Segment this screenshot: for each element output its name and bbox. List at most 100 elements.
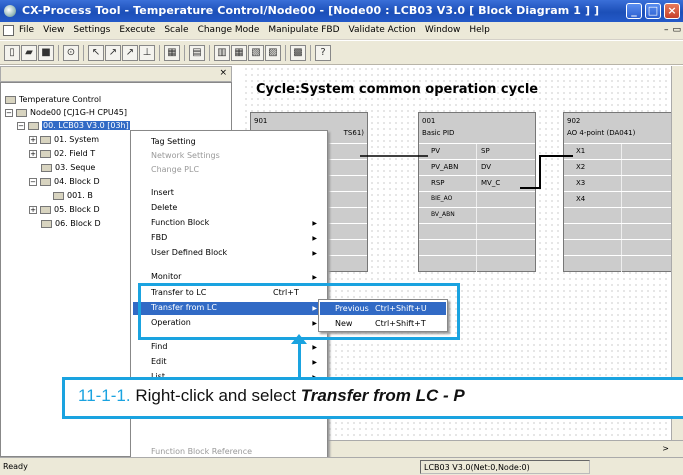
- menu-item-delete[interactable]: Delete: [151, 203, 177, 212]
- layout3-icon[interactable]: ▧: [248, 45, 264, 61]
- tree-item[interactable]: Temperature Control: [5, 95, 101, 104]
- menu-change-mode[interactable]: Change Mode: [198, 25, 260, 35]
- tree-item[interactable]: + 01. System: [29, 135, 99, 144]
- menu-settings[interactable]: Settings: [73, 25, 110, 35]
- menu-execute[interactable]: Execute: [119, 25, 155, 35]
- menu-validate-action[interactable]: Validate Action: [349, 25, 416, 35]
- close-pane-icon[interactable]: ×: [219, 68, 227, 78]
- highlight-frame: [138, 283, 460, 340]
- input-port[interactable]: PV_ABN: [431, 163, 458, 171]
- save-icon[interactable]: ■: [38, 45, 54, 61]
- tree-item-label: 03. Seque: [55, 163, 96, 172]
- menu-manipulate-fbd[interactable]: Manipulate FBD: [268, 25, 339, 35]
- tree-pane-header: ×: [0, 66, 232, 82]
- tree-item[interactable]: − Node00 [CJ1G-H CPU45]: [5, 108, 127, 117]
- layout2-icon[interactable]: ▦: [231, 45, 247, 61]
- menu-item-function-block[interactable]: Function Block: [151, 218, 209, 227]
- open-folder-icon[interactable]: ▰: [21, 45, 37, 61]
- collapse-icon[interactable]: −: [29, 177, 37, 186]
- input-port[interactable]: X4: [576, 195, 585, 203]
- minimize-button[interactable]: _: [626, 3, 642, 19]
- tree-item-label: Node00 [CJ1G-H CPU45]: [30, 108, 127, 117]
- maximize-button[interactable]: □: [645, 3, 661, 19]
- menu-item-function-block-reference: Function Block Reference: [151, 447, 253, 456]
- tree-item[interactable]: 03. Seque: [41, 163, 95, 172]
- input-port[interactable]: RSP: [431, 179, 445, 187]
- new-file-icon[interactable]: ▯: [4, 45, 20, 61]
- close-button[interactable]: ×: [664, 3, 680, 19]
- expand-icon[interactable]: +: [29, 205, 37, 214]
- block-icon[interactable]: ⊥: [139, 45, 155, 61]
- menu-item-fbd[interactable]: FBD: [151, 233, 167, 242]
- output-port[interactable]: MV_C: [481, 179, 500, 187]
- tree-item[interactable]: + 02. Field T: [29, 149, 95, 158]
- menu-separator: [135, 265, 323, 266]
- menu-item-edit[interactable]: Edit: [151, 357, 167, 366]
- connect2-icon[interactable]: ↗: [122, 45, 138, 61]
- block-id: 901: [254, 117, 268, 125]
- menu-window[interactable]: Window: [425, 25, 461, 35]
- stop-icon[interactable]: ▤: [189, 45, 205, 61]
- menu-items: File View Settings Execute Scale Change …: [19, 25, 490, 35]
- mdi-minimize-icon[interactable]: –: [664, 25, 669, 35]
- tree-item-label: 04. Block D: [54, 177, 100, 186]
- layout1-icon[interactable]: ▥: [214, 45, 230, 61]
- tree-item[interactable]: 001. B: [53, 191, 93, 200]
- tree-item[interactable]: − 04. Block D: [29, 177, 100, 186]
- pointer-icon[interactable]: ↖: [88, 45, 104, 61]
- menu-scale[interactable]: Scale: [164, 25, 188, 35]
- menu-item-user-defined-block[interactable]: User Defined Block: [151, 248, 227, 257]
- diagram-title: Cycle:System common operation cycle: [256, 82, 539, 97]
- menu-help[interactable]: Help: [469, 25, 490, 35]
- tree-item[interactable]: + 05. Block D: [29, 205, 100, 214]
- folder-icon: [40, 149, 51, 158]
- function-block-001[interactable]: 001 Basic PID PV SP PV_ABN DV RSP MV_C BIE_…: [418, 112, 536, 272]
- layout4-icon[interactable]: ▨: [265, 45, 281, 61]
- function-block-902[interactable]: 902 AO 4-point (DA041) X1 X2 X3 X4: [563, 112, 681, 272]
- grid-icon[interactable]: ▩: [290, 45, 306, 61]
- menu-item-monitor[interactable]: Monitor: [151, 272, 181, 281]
- toolbar: ▯ ▰ ■ ⊙ ↖ ↗ ↗ ⊥ ▦ ▤ ▥ ▦ ▧ ▨ ▩ ?: [0, 41, 683, 65]
- block-name: AO 4-point (DA041): [567, 129, 636, 137]
- submenu-arrow-icon: ▶: [312, 274, 317, 281]
- output-port[interactable]: SP: [481, 147, 490, 155]
- properties-icon[interactable]: ⊙: [63, 45, 79, 61]
- menu-item-insert[interactable]: Insert: [151, 188, 174, 197]
- callout-instruction: Right-click and select: [135, 386, 296, 405]
- scroll-right-icon[interactable]: >: [662, 444, 669, 453]
- menu-file[interactable]: File: [19, 25, 34, 35]
- connect-icon[interactable]: ↗: [105, 45, 121, 61]
- collapse-icon[interactable]: −: [5, 108, 13, 117]
- input-port[interactable]: X3: [576, 179, 585, 187]
- input-port[interactable]: PV: [431, 147, 440, 155]
- title-bar: CX-Process Tool - Temperature Control/No…: [0, 0, 683, 22]
- input-port[interactable]: BIE_AO: [431, 195, 452, 202]
- input-port[interactable]: X1: [576, 147, 585, 155]
- toolbar-separator: [159, 45, 160, 61]
- menu-view[interactable]: View: [43, 25, 64, 35]
- input-port[interactable]: X2: [576, 163, 585, 171]
- collapse-icon[interactable]: −: [17, 121, 25, 130]
- output-port[interactable]: DV: [481, 163, 491, 171]
- run-icon[interactable]: ▦: [164, 45, 180, 61]
- input-port[interactable]: BV_ABN: [431, 211, 455, 218]
- tree-item[interactable]: 06. Block D: [41, 219, 101, 228]
- folder-icon: [16, 108, 27, 117]
- menu-item-find[interactable]: Find: [151, 342, 167, 351]
- document-icon[interactable]: [3, 25, 14, 36]
- mdi-restore-icon[interactable]: ▭: [672, 25, 681, 35]
- block-id: 902: [567, 117, 581, 125]
- callout-step-number: 11-1-1.: [78, 386, 131, 405]
- menu-item-tag-setting[interactable]: Tag Setting: [151, 137, 196, 146]
- menu-item-change-plc: Change PLC: [151, 165, 200, 174]
- toolbar-separator: [209, 45, 210, 61]
- expand-icon[interactable]: +: [29, 149, 37, 158]
- menu-separator: [135, 181, 323, 182]
- callout-text: 11-1-1. Right-click and select Transfer …: [78, 386, 465, 406]
- window-title: CX-Process Tool - Temperature Control/No…: [22, 4, 600, 17]
- help-icon[interactable]: ?: [315, 45, 331, 61]
- expand-icon[interactable]: +: [29, 135, 37, 144]
- callout-emphasis: Transfer from LC - P: [300, 386, 465, 405]
- submenu-arrow-icon: ▶: [312, 235, 317, 242]
- tree-item-selected[interactable]: − 00. LCB03 V3.0 [03h]: [17, 121, 130, 130]
